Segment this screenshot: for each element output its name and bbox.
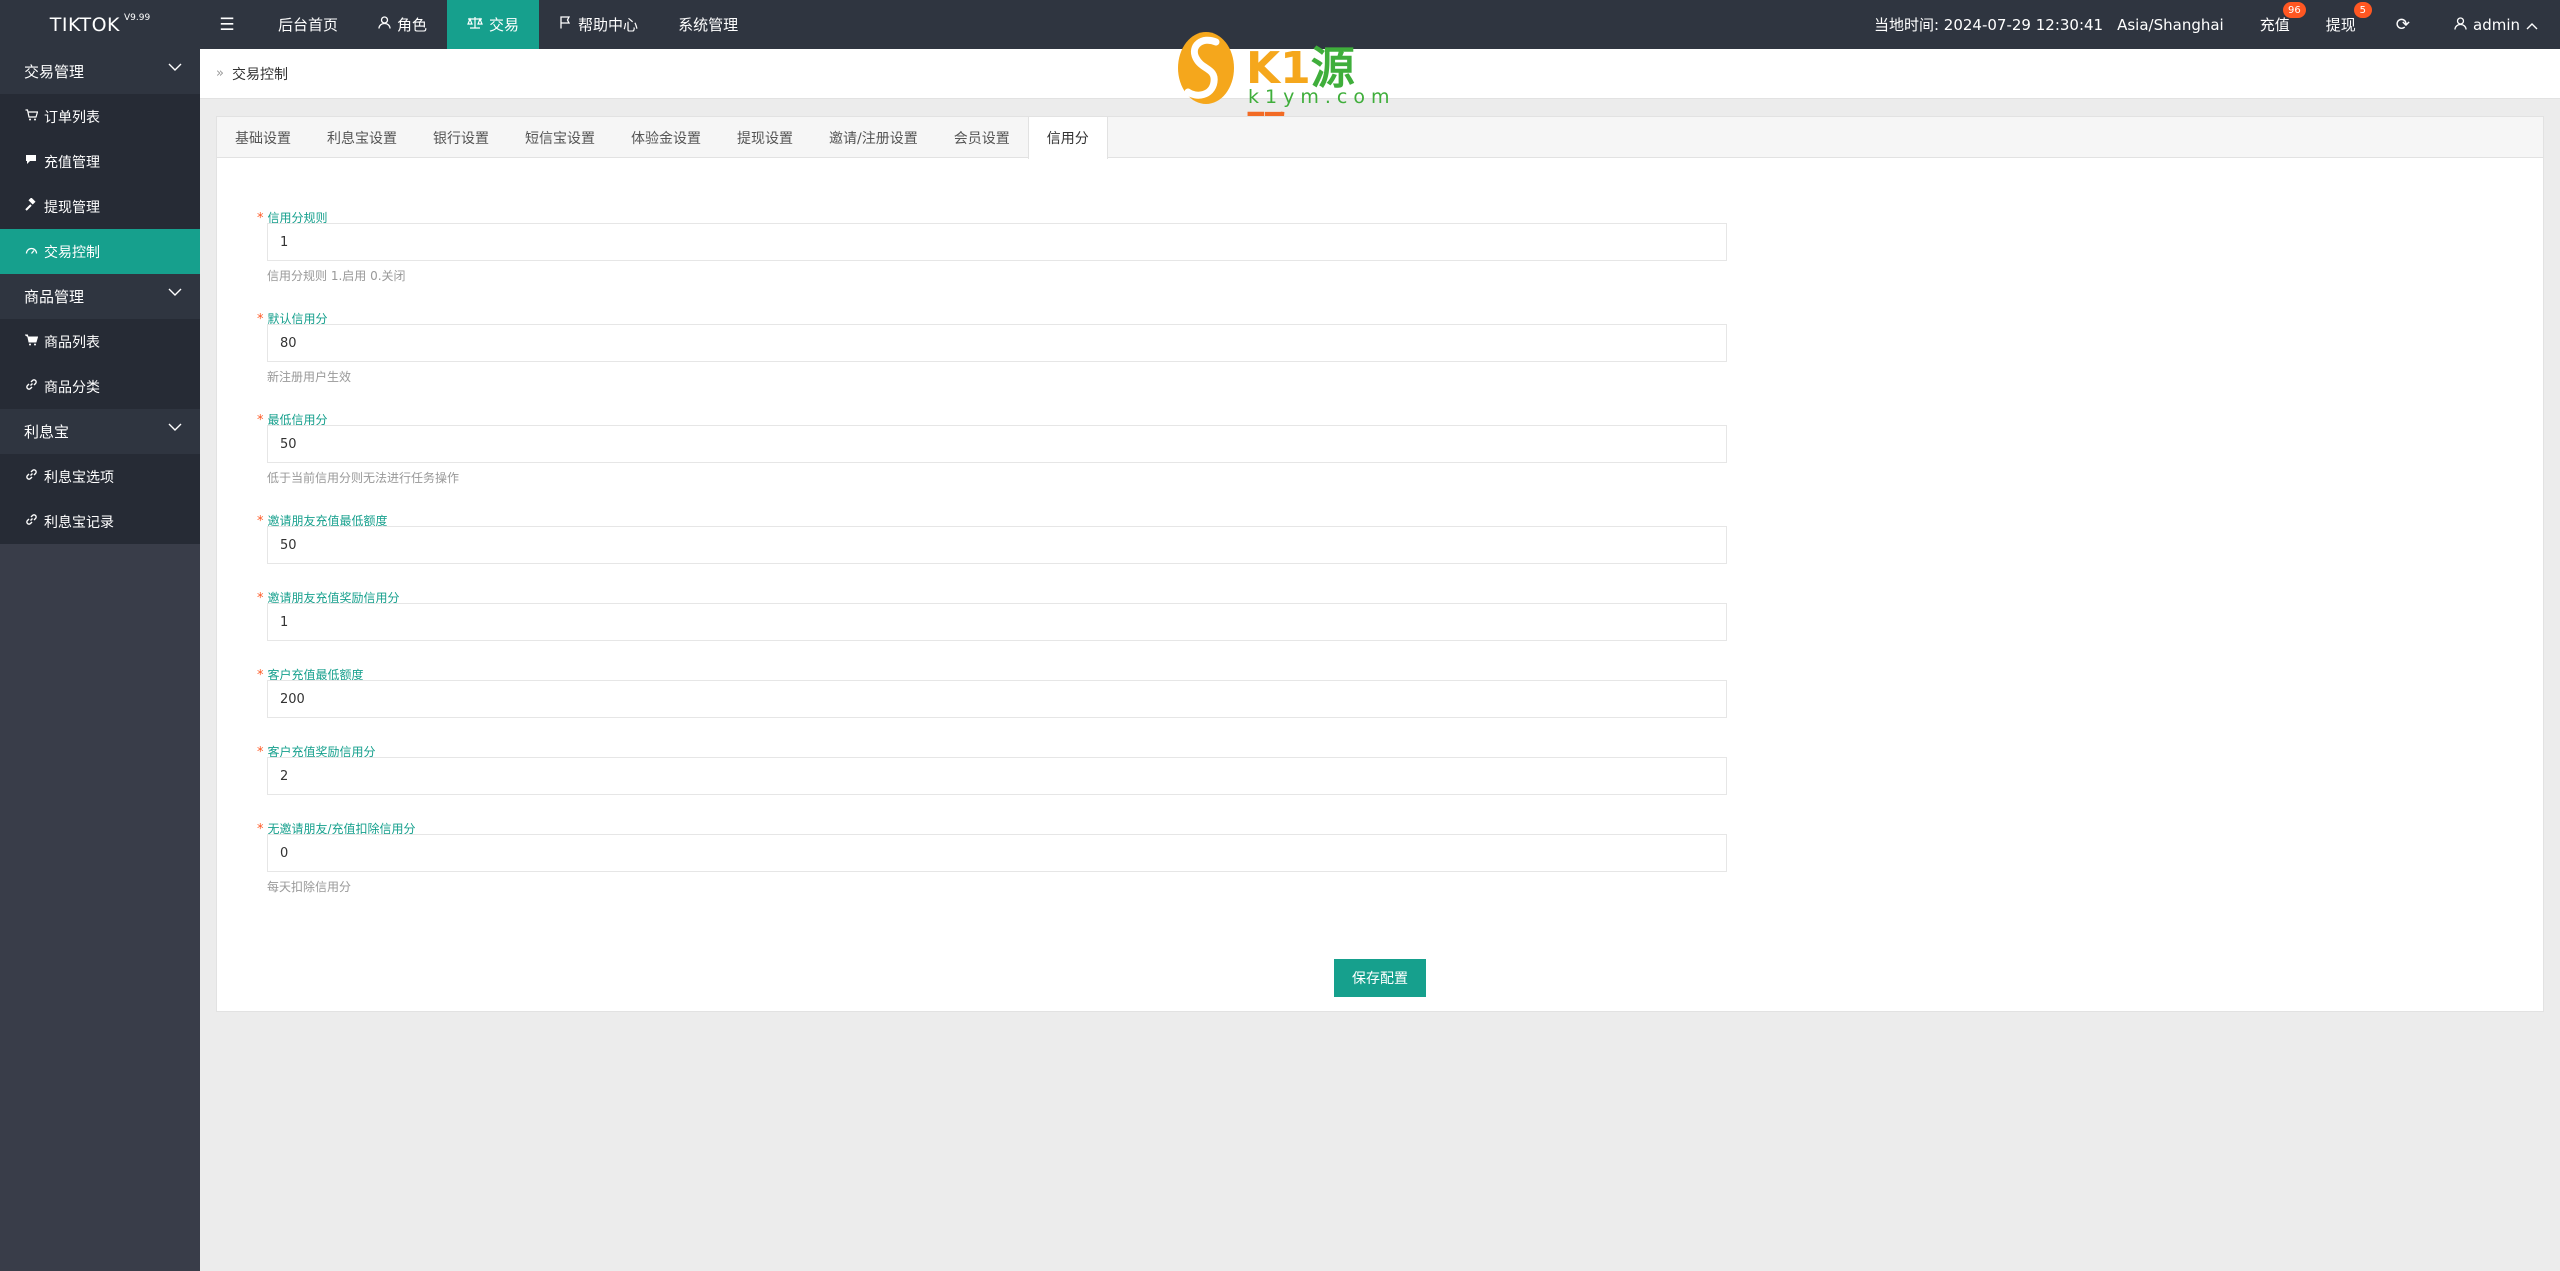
topnav-label: 后台首页 [278, 16, 339, 34]
app-version: V9.99 [124, 12, 151, 23]
topnav-label: 交易 [489, 16, 520, 34]
sidebar-group-goods[interactable]: 商品管理 [0, 274, 200, 319]
chat-icon [24, 154, 38, 169]
invite-min-recharge-input[interactable] [267, 526, 1727, 564]
recharge-badge: 96 [2283, 2, 2306, 18]
watermark-logo-icon [1178, 32, 1234, 104]
sidebar-item-label: 商品列表 [44, 334, 100, 351]
sidebar-item-withdraw[interactable]: 提现管理 [0, 184, 200, 229]
recharge-link[interactable]: 充值 96 [2242, 0, 2308, 49]
field-hint: 低于当前信用分则无法进行任务操作 [267, 471, 460, 485]
sidebar-item-recharge[interactable]: 充值管理 [0, 139, 200, 184]
header-right: 当地时间: 2024-07-29 12:30:41 Asia/Shanghai 充… [1856, 0, 2560, 49]
app-logo[interactable]: TIKTOK V9.99 [0, 0, 200, 49]
chevron-up-icon [2526, 16, 2538, 34]
settings-tabs: 基础设置 利息宝设置 银行设置 短信宝设置 体验金设置 提现设置 邀请/注册设置… [217, 117, 2543, 159]
tab-credit-score[interactable]: 信用分 [1027, 117, 1108, 159]
recharge-label: 充值 [2259, 16, 2290, 34]
customer-min-recharge-input[interactable] [267, 680, 1727, 718]
link-icon [24, 513, 38, 530]
sidebar-group-label: 利息宝 [24, 423, 70, 441]
user-icon [2454, 16, 2467, 34]
tab-bank[interactable]: 银行设置 [415, 117, 507, 158]
sidebar-item-label: 利息宝记录 [44, 514, 114, 531]
topnav-label: 系统管理 [678, 16, 739, 34]
sidebar-group-interest[interactable]: 利息宝 [0, 409, 200, 454]
default-credit-input[interactable] [267, 324, 1727, 362]
tab-member[interactable]: 会员设置 [936, 117, 1028, 158]
link-icon [24, 468, 38, 485]
sidebar-item-interest-options[interactable]: 利息宝选项 [0, 454, 200, 499]
min-credit-input[interactable] [267, 425, 1727, 463]
sidebar-group-trade[interactable]: 交易管理 [0, 49, 200, 94]
sidebar-item-label: 充值管理 [44, 154, 100, 171]
tab-sms[interactable]: 短信宝设置 [507, 117, 613, 158]
field-hint: 每天扣除信用分 [267, 880, 352, 894]
no-invite-deduct-input[interactable] [267, 834, 1727, 872]
sidebar-item-goods-list[interactable]: 商品列表 [0, 319, 200, 364]
tab-withdraw[interactable]: 提现设置 [719, 117, 811, 158]
chevron-down-icon [168, 285, 182, 301]
tab-invite-register[interactable]: 邀请/注册设置 [811, 117, 936, 158]
withdraw-link[interactable]: 提现 5 [2308, 0, 2374, 49]
menu-toggle-icon[interactable]: ☰ [214, 12, 240, 38]
sidebar-item-goods-category[interactable]: 商品分类 [0, 364, 200, 409]
field-hint: 新注册用户生效 [267, 370, 352, 384]
refresh-icon[interactable]: ⟳ [2374, 0, 2432, 49]
topnav-label: 角色 [397, 16, 428, 34]
withdraw-label: 提现 [2325, 16, 2356, 34]
gavel-icon [24, 197, 38, 215]
top-nav: 后台首页 角色 交易 帮助中心 系统管理 [258, 0, 758, 49]
cart-icon [24, 108, 38, 125]
sidebar-item-label: 利息宝选项 [44, 469, 114, 486]
withdraw-badge: 5 [2353, 2, 2372, 18]
tab-interest[interactable]: 利息宝设置 [309, 117, 415, 158]
chevron-down-icon [168, 60, 182, 76]
topnav-trade[interactable]: 交易 [447, 0, 540, 49]
user-icon [378, 16, 391, 33]
credit-rule-input[interactable] [267, 223, 1727, 261]
sidebar-item-label: 商品分类 [44, 379, 100, 396]
user-name: admin [2473, 15, 2520, 34]
chevron-down-icon [168, 420, 182, 436]
invite-reward-credit-input[interactable] [267, 603, 1727, 641]
app-name: TIKTOK [49, 13, 120, 36]
watermark-logo: K1源码 k1ym.com [1176, 26, 1389, 158]
dashboard-icon [24, 244, 38, 259]
topnav-label: 帮助中心 [578, 16, 639, 34]
local-time: 当地时间: 2024-07-29 12:30:41 Asia/Shanghai [1856, 14, 2242, 35]
cart-icon [23, 334, 38, 350]
sidebar-item-orders[interactable]: 订单列表 [0, 94, 200, 139]
save-config-button[interactable]: 保存配置 [1334, 959, 1426, 997]
tab-trial-fund[interactable]: 体验金设置 [613, 117, 719, 158]
settings-card: 基础设置 利息宝设置 银行设置 短信宝设置 体验金设置 提现设置 邀请/注册设置… [216, 116, 2544, 1012]
link-icon [24, 378, 38, 395]
field-hint: 信用分规则 1.启用 0.关闭 [267, 269, 406, 283]
sidebar-group-label: 交易管理 [24, 63, 85, 81]
tab-basic[interactable]: 基础设置 [217, 117, 309, 158]
topnav-home[interactable]: 后台首页 [258, 0, 358, 49]
topnav-system[interactable]: 系统管理 [658, 0, 758, 49]
scale-icon [467, 16, 483, 33]
breadcrumb-current: 交易控制 [231, 66, 288, 83]
local-time-text: 当地时间: 2024-07-29 12:30:41 [1873, 16, 2104, 34]
sidebar-group-label: 商品管理 [24, 288, 85, 306]
timezone: Asia/Shanghai [2117, 16, 2224, 34]
sidebar-item-interest-records[interactable]: 利息宝记录 [0, 499, 200, 544]
user-menu[interactable]: admin [2432, 0, 2560, 49]
topnav-help[interactable]: 帮助中心 [539, 0, 658, 49]
sidebar-item-trade-control[interactable]: 交易控制 [0, 229, 200, 274]
customer-reward-credit-input[interactable] [267, 757, 1727, 795]
breadcrumb-separator-icon: » [216, 66, 224, 81]
sidebar-item-label: 提现管理 [44, 199, 100, 216]
topnav-role[interactable]: 角色 [358, 0, 447, 49]
sidebar-item-label: 订单列表 [44, 109, 100, 126]
flag-icon [559, 16, 572, 33]
sidebar-item-label: 交易控制 [44, 244, 100, 261]
sidebar: 交易管理 订单列表 充值管理 提现管理 交易控制 商品管理 商品列表 商品分类 … [0, 49, 200, 1271]
watermark-url: k1ym.com [1248, 86, 1396, 108]
